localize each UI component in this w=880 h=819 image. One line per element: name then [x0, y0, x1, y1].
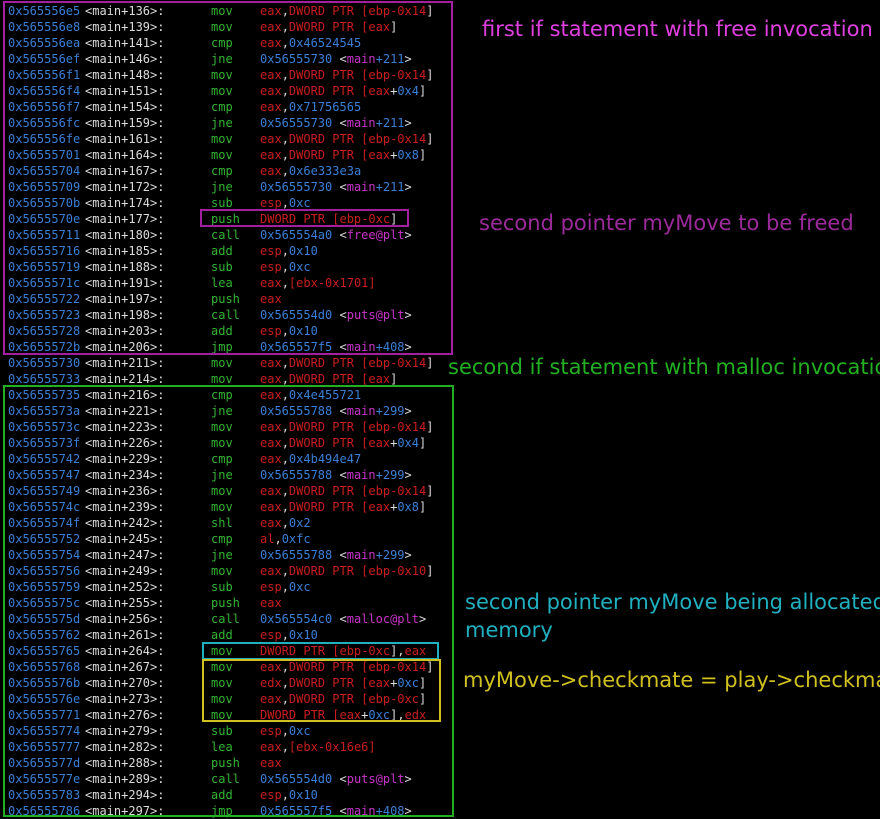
- operand-token: ebp-0x14: [368, 356, 427, 370]
- malloc-if-annotation: second if statement with malloc invocati…: [448, 355, 880, 379]
- freed-pointer-annotation: second pointer myMove to be freed: [479, 211, 854, 235]
- operand-token: ,: [281, 356, 289, 370]
- operand-token: ]: [390, 372, 398, 386]
- checkmate-assign-annotation: myMove->checkmate = play->checkmate: [463, 668, 880, 692]
- alloc-pointer-annotation-line1: second pointer myMove being allocated: [465, 590, 880, 614]
- instruction-mnemonic: mov: [211, 356, 233, 370]
- operand-token: DWORD PTR [: [288, 356, 369, 370]
- checkmate-assign-box: [202, 659, 441, 722]
- malloc-block-box: [3, 385, 454, 817]
- free-if-annotation: first if statement with free invocation: [482, 17, 873, 41]
- operand-token: eax: [260, 356, 282, 370]
- instruction-offset: <main+211>:: [85, 356, 165, 370]
- instruction-address: 0x56555730: [8, 356, 81, 370]
- alloc-pointer-annotation-line2: memory: [465, 618, 553, 642]
- operand-token: ]: [426, 356, 434, 370]
- free-block-box: [3, 1, 453, 355]
- operand-token: eax: [260, 372, 282, 386]
- operand-token: eax: [368, 372, 391, 386]
- freed-pointer-box: [200, 209, 409, 227]
- instruction-operands: eax,DWORD PTR [ebp-0x14]: [260, 355, 433, 371]
- alloc-pointer-box: [202, 642, 439, 660]
- operand-token: ,: [281, 372, 289, 386]
- operand-token: DWORD PTR [: [288, 372, 369, 386]
